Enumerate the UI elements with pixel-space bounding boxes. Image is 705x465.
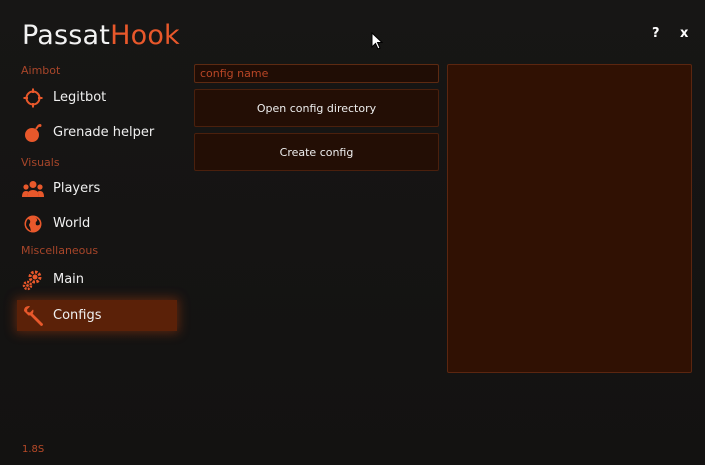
crosshair-icon: [22, 87, 44, 109]
sidebar-item-label: Legitbot: [53, 90, 107, 105]
wrench-icon: [22, 305, 44, 327]
logo-text-orange: Hook: [110, 20, 180, 51]
section-visuals: Visuals: [21, 156, 60, 169]
sidebar-item-label: Main: [53, 272, 85, 287]
help-button[interactable]: ?: [652, 26, 660, 41]
version-label: 1.8S: [22, 444, 45, 455]
logo-text-white: Passat: [22, 20, 111, 51]
sidebar-item-world[interactable]: World: [17, 208, 177, 239]
globe-icon: [22, 213, 44, 235]
close-button[interactable]: x: [680, 26, 688, 41]
section-miscellaneous: Miscellaneous: [21, 244, 99, 257]
gears-icon: [22, 269, 44, 291]
sidebar-item-main[interactable]: Main: [17, 264, 177, 295]
config-name-input[interactable]: [194, 64, 439, 83]
app-logo: PassatHook: [22, 20, 180, 51]
sidebar-item-players[interactable]: Players: [17, 173, 177, 204]
open-config-directory-button[interactable]: Open config directory: [194, 89, 439, 127]
app-window: PassatHook ? x Aimbot Legitbot Grenade h…: [0, 0, 705, 465]
config-list[interactable]: [447, 64, 692, 373]
players-icon: [22, 178, 44, 200]
mouse-cursor-icon: [371, 32, 383, 50]
grenade-icon: [22, 122, 44, 144]
sidebar-item-label: Grenade helper: [53, 125, 155, 140]
sidebar-item-label: World: [53, 216, 91, 231]
sidebar-item-label: Configs: [53, 308, 102, 323]
sidebar-item-grenade-helper[interactable]: Grenade helper: [17, 117, 177, 148]
section-aimbot: Aimbot: [21, 64, 61, 77]
create-config-button[interactable]: Create config: [194, 133, 439, 171]
sidebar-item-label: Players: [53, 181, 101, 196]
sidebar-item-legitbot[interactable]: Legitbot: [17, 82, 177, 113]
sidebar-item-configs[interactable]: Configs: [17, 300, 177, 331]
